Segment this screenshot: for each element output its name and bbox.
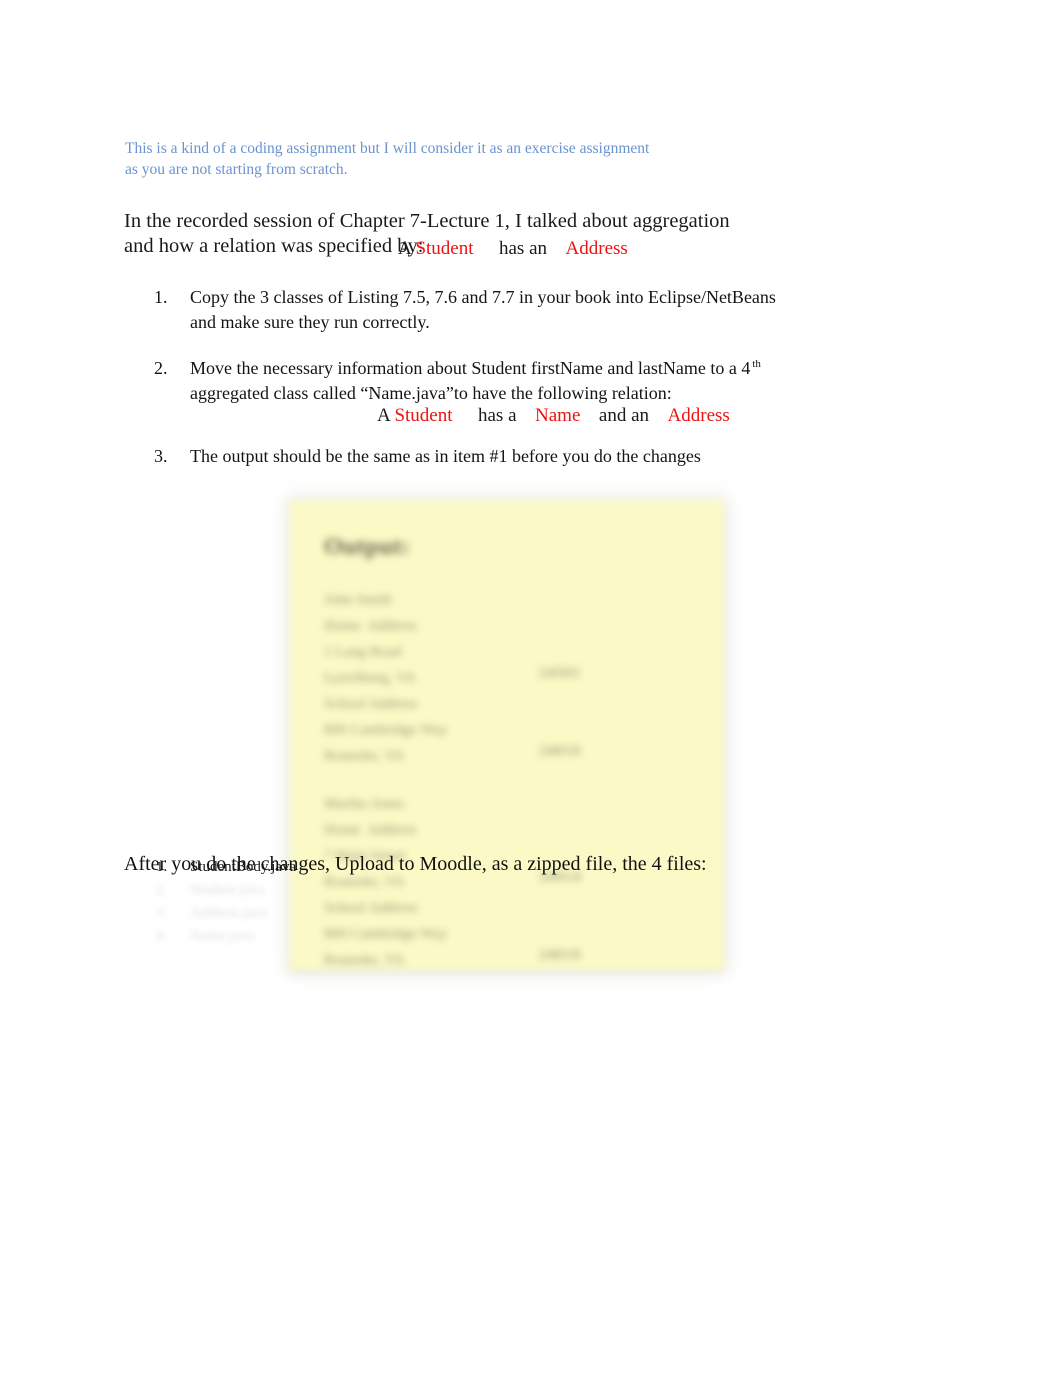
relation-line-2: A Student has a Name and an Address [377, 404, 739, 433]
file-name: Student.java [190, 882, 265, 898]
relation-2-subject: Student [390, 405, 461, 433]
task-text: Copy the 3 classes of Listing 7.5, 7.6 a… [190, 287, 776, 332]
screenshot-line: Lynchburg, VA [324, 670, 416, 686]
task-number: 1. [154, 287, 168, 307]
task-text: The output should be the same as in item… [190, 446, 701, 466]
relation-2-object-2: Address [663, 405, 739, 433]
document-page: This is a kind of a coding assignment bu… [0, 0, 1062, 1377]
task-number: 3. [154, 446, 168, 466]
relation-1-object: Address [561, 238, 637, 266]
relation-2-object-1: Name [530, 405, 589, 433]
relation-1-subject: Student [411, 238, 482, 266]
file-list-item: 4. Name.java [150, 925, 380, 948]
screenshot-zip-tag: 24016 [539, 743, 582, 759]
screenshot-record-block: Martha Jones Home Address 7 Main Street … [324, 791, 724, 970]
screenshot-title: Output: [324, 534, 411, 560]
task-item-2: 2. Move the necessary information about … [150, 356, 780, 406]
task-text-before-superscript: Move the necessary information about Stu… [190, 358, 751, 378]
screenshot-record-block: John Smith Home Address 1 Lang Road Lync… [324, 587, 724, 769]
screenshot-line: 800 Cambridge Way [324, 722, 448, 738]
task-text-after-superscript: aggregated class called “Name.java”to ha… [190, 383, 672, 403]
file-name: StudentBody.java [190, 859, 297, 875]
file-list-item: 1. StudentBody.java [150, 856, 380, 879]
file-name: Address.java [190, 905, 268, 921]
screenshot-line: Martha Jones [324, 796, 405, 812]
task-item-1: 1. Copy the 3 classes of Listing 7.5, 7.… [150, 285, 780, 335]
file-number: 3. [156, 905, 168, 921]
relation-line-1: A Student has an Address [398, 237, 637, 266]
relation-1-verb: has an [499, 238, 548, 259]
screenshot-line: Roanoke, VA [324, 748, 405, 764]
relation-2-verb-2: and an [598, 405, 650, 426]
file-list-item: 3. Address.java [150, 902, 380, 925]
file-number: 2. [156, 882, 168, 898]
screenshot-line: Home Address [324, 618, 417, 634]
file-number: 4. [156, 928, 168, 944]
screenshot-line: School Address [324, 696, 418, 712]
screenshot-line: 800 Cambridge Way [324, 926, 448, 942]
screenshot-line: School Address [324, 900, 418, 916]
task-list: 1. Copy the 3 classes of Listing 7.5, 7.… [150, 285, 780, 490]
screenshot-line: Home Address [324, 822, 417, 838]
ordinal-superscript: th [752, 358, 761, 370]
screenshot-zip-tag: 24016 [539, 947, 582, 963]
relation-2-verb-1: has a [478, 405, 517, 426]
relation-1-article: A [398, 238, 411, 259]
screenshot-line: 1 Lang Road [324, 644, 402, 660]
file-list-item: 2. Student.java [150, 879, 380, 902]
screenshot-zip-tag: 24501 [539, 665, 582, 681]
screenshot-line: John Smith [324, 592, 392, 608]
screenshot-line: Roanoke, VA [324, 952, 405, 968]
file-number: 1. [156, 859, 168, 875]
file-list: 1. StudentBody.java 2. Student.java 3. A… [150, 856, 380, 948]
relation-2-article: A [377, 405, 390, 426]
task-number: 2. [154, 358, 168, 378]
intro-note: This is a kind of a coding assignment bu… [125, 139, 650, 178]
file-name: Name.java [190, 928, 255, 944]
task-item-3: 3. The output should be the same as in i… [150, 444, 780, 469]
